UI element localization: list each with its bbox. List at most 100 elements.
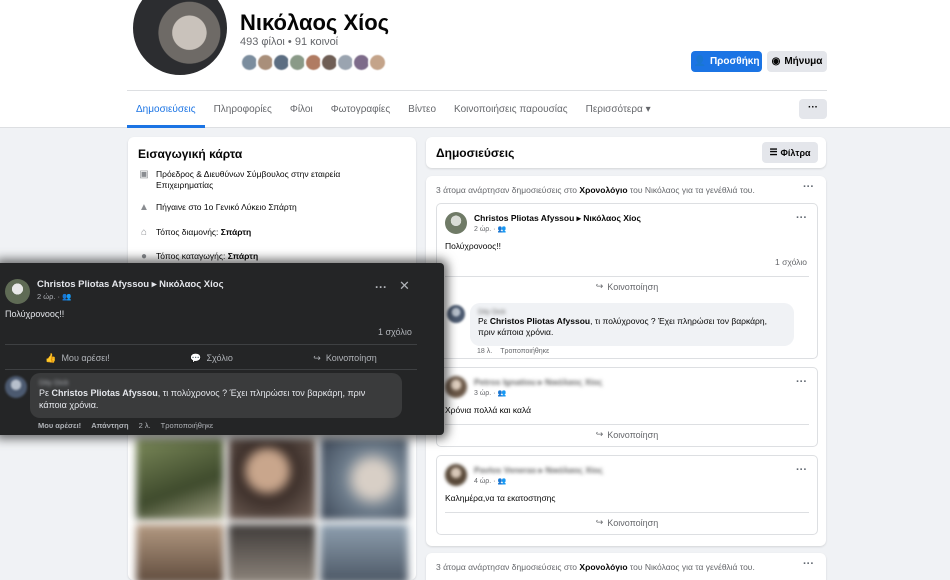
- post-timestamp[interactable]: 4 ώρ. · 👥: [474, 477, 506, 485]
- share-button[interactable]: ↪ Κοινοποίηση: [445, 512, 809, 532]
- share-button[interactable]: ↪ Κοινοποίηση: [313, 348, 376, 368]
- friends-count[interactable]: 493 φίλοι • 91 κοινοί: [240, 36, 338, 48]
- post-author[interactable]: Pavlos Veneras ▸ Νικόλαος Χίος: [474, 465, 603, 476]
- profile-name: Νικόλαος Χίος: [240, 10, 390, 35]
- messenger-icon: ◉: [771, 56, 781, 67]
- timeline-link[interactable]: Χρονολόγιο: [579, 562, 627, 572]
- more-options-button[interactable]: ···: [799, 99, 827, 119]
- popup-post-author[interactable]: Christos Pliotas Afyssou ▸ Νικόλαος Χίος: [37, 279, 224, 290]
- avatar[interactable]: [445, 376, 467, 398]
- group-description: 3 άτομα ανάρτησαν δημοσιεύσεις στο Χρονο…: [436, 562, 755, 572]
- filters-label: Φίλτρα: [780, 147, 811, 158]
- friend-avatar[interactable]: [368, 53, 387, 72]
- post-card: Petros Ignatiou ▸ Νικόλαος Χίος 3 ώρ. · …: [436, 367, 818, 447]
- comment-author[interactable]: Dity Dick: [478, 307, 786, 316]
- tab-more[interactable]: Περισσότερα ▾: [577, 92, 660, 128]
- more-dots-icon[interactable]: ···: [796, 464, 807, 476]
- more-dots-icon[interactable]: ···: [375, 280, 387, 294]
- posts-title: Δημοσιεύσεις: [436, 146, 515, 160]
- timeline-link[interactable]: Χρονολόγιο: [579, 185, 627, 195]
- intro-school-text: Πήγαινε στο 1ο Γενικό Λύκειο Σπάρτη: [156, 202, 297, 212]
- comment-button[interactable]: 💬 Σχόλιο: [190, 348, 233, 368]
- message-button[interactable]: ◉ Μήνυμα: [767, 51, 827, 72]
- comments-count[interactable]: 1 σχόλιο: [775, 257, 807, 267]
- tab-checkins[interactable]: Κοινοποιήσεις παρουσίας: [445, 92, 577, 128]
- more-dots-icon[interactable]: ···: [803, 558, 814, 570]
- intro-title: Εισαγωγική κάρτα: [138, 147, 243, 161]
- post-timestamp[interactable]: 2 ώρ. · 👥: [474, 225, 506, 233]
- more-dots-icon[interactable]: ···: [796, 212, 807, 224]
- avatar[interactable]: [447, 305, 465, 323]
- post-card: Pavlos Veneras ▸ Νικόλαος Χίος 4 ώρ. · 👥…: [436, 455, 818, 535]
- post-card: Christos Pliotas Afyssou ▸ Νικόλαος Χίος…: [436, 203, 818, 359]
- photo-thumbnail[interactable]: [320, 524, 408, 580]
- post-actions: 👍 Μου αρέσει! 💬 Σχόλιο ↪ Κοινοποίηση: [5, 348, 417, 368]
- mutual-friends-avatars[interactable]: [240, 53, 387, 72]
- comment-author[interactable]: Dity Dick: [39, 377, 393, 387]
- comments-count[interactable]: 1 σχόλιο: [378, 327, 412, 337]
- birthday-posts-group: 3 άτομα ανάρτησαν δημοσιεύσεις στο Χρονο…: [426, 176, 826, 546]
- comment-mention[interactable]: Christos Pliotas Afyssou: [52, 388, 158, 398]
- photo-thumbnail[interactable]: [320, 438, 408, 520]
- filters-button[interactable]: ☰ Φίλτρα: [762, 142, 818, 163]
- like-button[interactable]: 👍 Μου αρέσει!: [45, 348, 110, 368]
- group-text-end: του Νικόλαος για τα γενέθλιά του.: [627, 562, 755, 572]
- post-body: Χρόνια πολλά και καλά: [445, 405, 532, 415]
- share-icon: ↪: [313, 352, 321, 363]
- popup-post-timestamp[interactable]: 2 ώρ. · 👥: [37, 292, 71, 301]
- avatar[interactable]: [445, 464, 467, 486]
- profile-tabs: Δημοσιεύσεις Πληροφορίες Φίλοι Φωτογραφί…: [127, 92, 660, 128]
- intro-from-label: Τόπος καταγωγής:: [156, 251, 228, 261]
- group-text-start: 3 άτομα ανάρτησαν δημοσιεύσεις στο: [436, 562, 580, 572]
- post-author[interactable]: Petros Ignatiou ▸ Νικόλαος Χίος: [474, 377, 602, 388]
- intro-lives-label: Τόπος διαμονής:: [156, 227, 221, 237]
- add-friend-label: Προσθήκη: [709, 56, 760, 67]
- share-button[interactable]: ↪ Κοινοποίηση: [445, 424, 809, 444]
- post-timestamp[interactable]: 3 ώρ. · 👥: [474, 389, 506, 397]
- comment-time[interactable]: 18 λ.: [477, 348, 492, 355]
- photo-thumbnail[interactable]: [228, 524, 316, 580]
- photo-thumbnail[interactable]: [136, 524, 224, 580]
- intro-from: ● Τόπος καταγωγής: Σπάρτη: [138, 251, 398, 263]
- intro-from-city[interactable]: Σπάρτη: [228, 251, 258, 261]
- profile-header: Νικόλαος Χίος 493 φίλοι • 91 κοινοί 👤 Πρ…: [0, 0, 950, 128]
- more-dots-icon[interactable]: ···: [796, 376, 807, 388]
- comment-edited: Τροποποιήθηκε: [500, 348, 550, 355]
- post-author[interactable]: Christos Pliotas Afyssou ▸ Νικόλαος Χίος: [474, 213, 641, 224]
- tab-videos[interactable]: Βίντεο: [399, 92, 445, 128]
- share-label: Κοινοποίηση: [607, 281, 659, 292]
- comment-like-link[interactable]: Μου αρέσει!: [38, 421, 81, 430]
- add-friend-button[interactable]: 👤 Προσθήκη: [691, 51, 762, 72]
- group-description: 3 άτομα ανάρτησαν δημοσιεύσεις στο Χρονο…: [436, 185, 755, 195]
- share-icon: ↪: [595, 517, 604, 527]
- tab-posts[interactable]: Δημοσιεύσεις: [127, 92, 205, 128]
- message-label: Μήνυμα: [784, 56, 823, 67]
- intro-lives: ⌂ Τόπος διαμονής: Σπάρτη: [138, 227, 398, 239]
- tab-friends[interactable]: Φίλοι: [281, 92, 322, 128]
- comment-mention[interactable]: Christos Pliotas Afyssou: [490, 316, 590, 326]
- birthday-posts-group: 3 άτομα ανάρτησαν δημοσιεύσεις στο Χρονο…: [426, 553, 826, 580]
- sliders-icon: ☰: [769, 147, 778, 157]
- close-icon[interactable]: ✕: [399, 278, 410, 294]
- share-button[interactable]: ↪ Κοινοποίηση: [445, 276, 809, 296]
- intro-lives-city[interactable]: Σπάρτη: [221, 227, 251, 237]
- share-label: Κοινοποίηση: [325, 353, 377, 363]
- comment-prefix: Ρε: [39, 388, 52, 398]
- photo-thumbnail[interactable]: [136, 438, 224, 520]
- comment-meta: Μου αρέσει! Απάντηση 2 λ. Τροποποιήθηκε: [38, 421, 213, 430]
- comment-reply-link[interactable]: Απάντηση: [91, 421, 128, 430]
- intro-work: ▣ Πρόεδρος & Διευθύνων Σύμβουλος στην ετ…: [138, 169, 398, 191]
- post-body: Καλημέρα,να τα εκατοστησης: [445, 493, 556, 503]
- comment-bubble: Dity Dick Ρε Christos Pliotas Afyssou, τ…: [30, 373, 402, 418]
- avatar[interactable]: [5, 376, 27, 398]
- avatar[interactable]: [5, 279, 30, 304]
- photo-thumbnail[interactable]: [228, 438, 316, 520]
- intro-school: ▲ Πήγαινε στο 1ο Γενικό Λύκειο Σπάρτη: [138, 202, 398, 214]
- avatar[interactable]: [445, 212, 467, 234]
- more-dots-icon[interactable]: ···: [803, 181, 814, 193]
- divider: [5, 344, 417, 345]
- tab-photos[interactable]: Φωτογραφίες: [322, 92, 399, 128]
- profile-avatar[interactable]: [130, 0, 230, 78]
- tab-about[interactable]: Πληροφορίες: [205, 92, 281, 128]
- comment-time[interactable]: 2 λ.: [139, 421, 151, 430]
